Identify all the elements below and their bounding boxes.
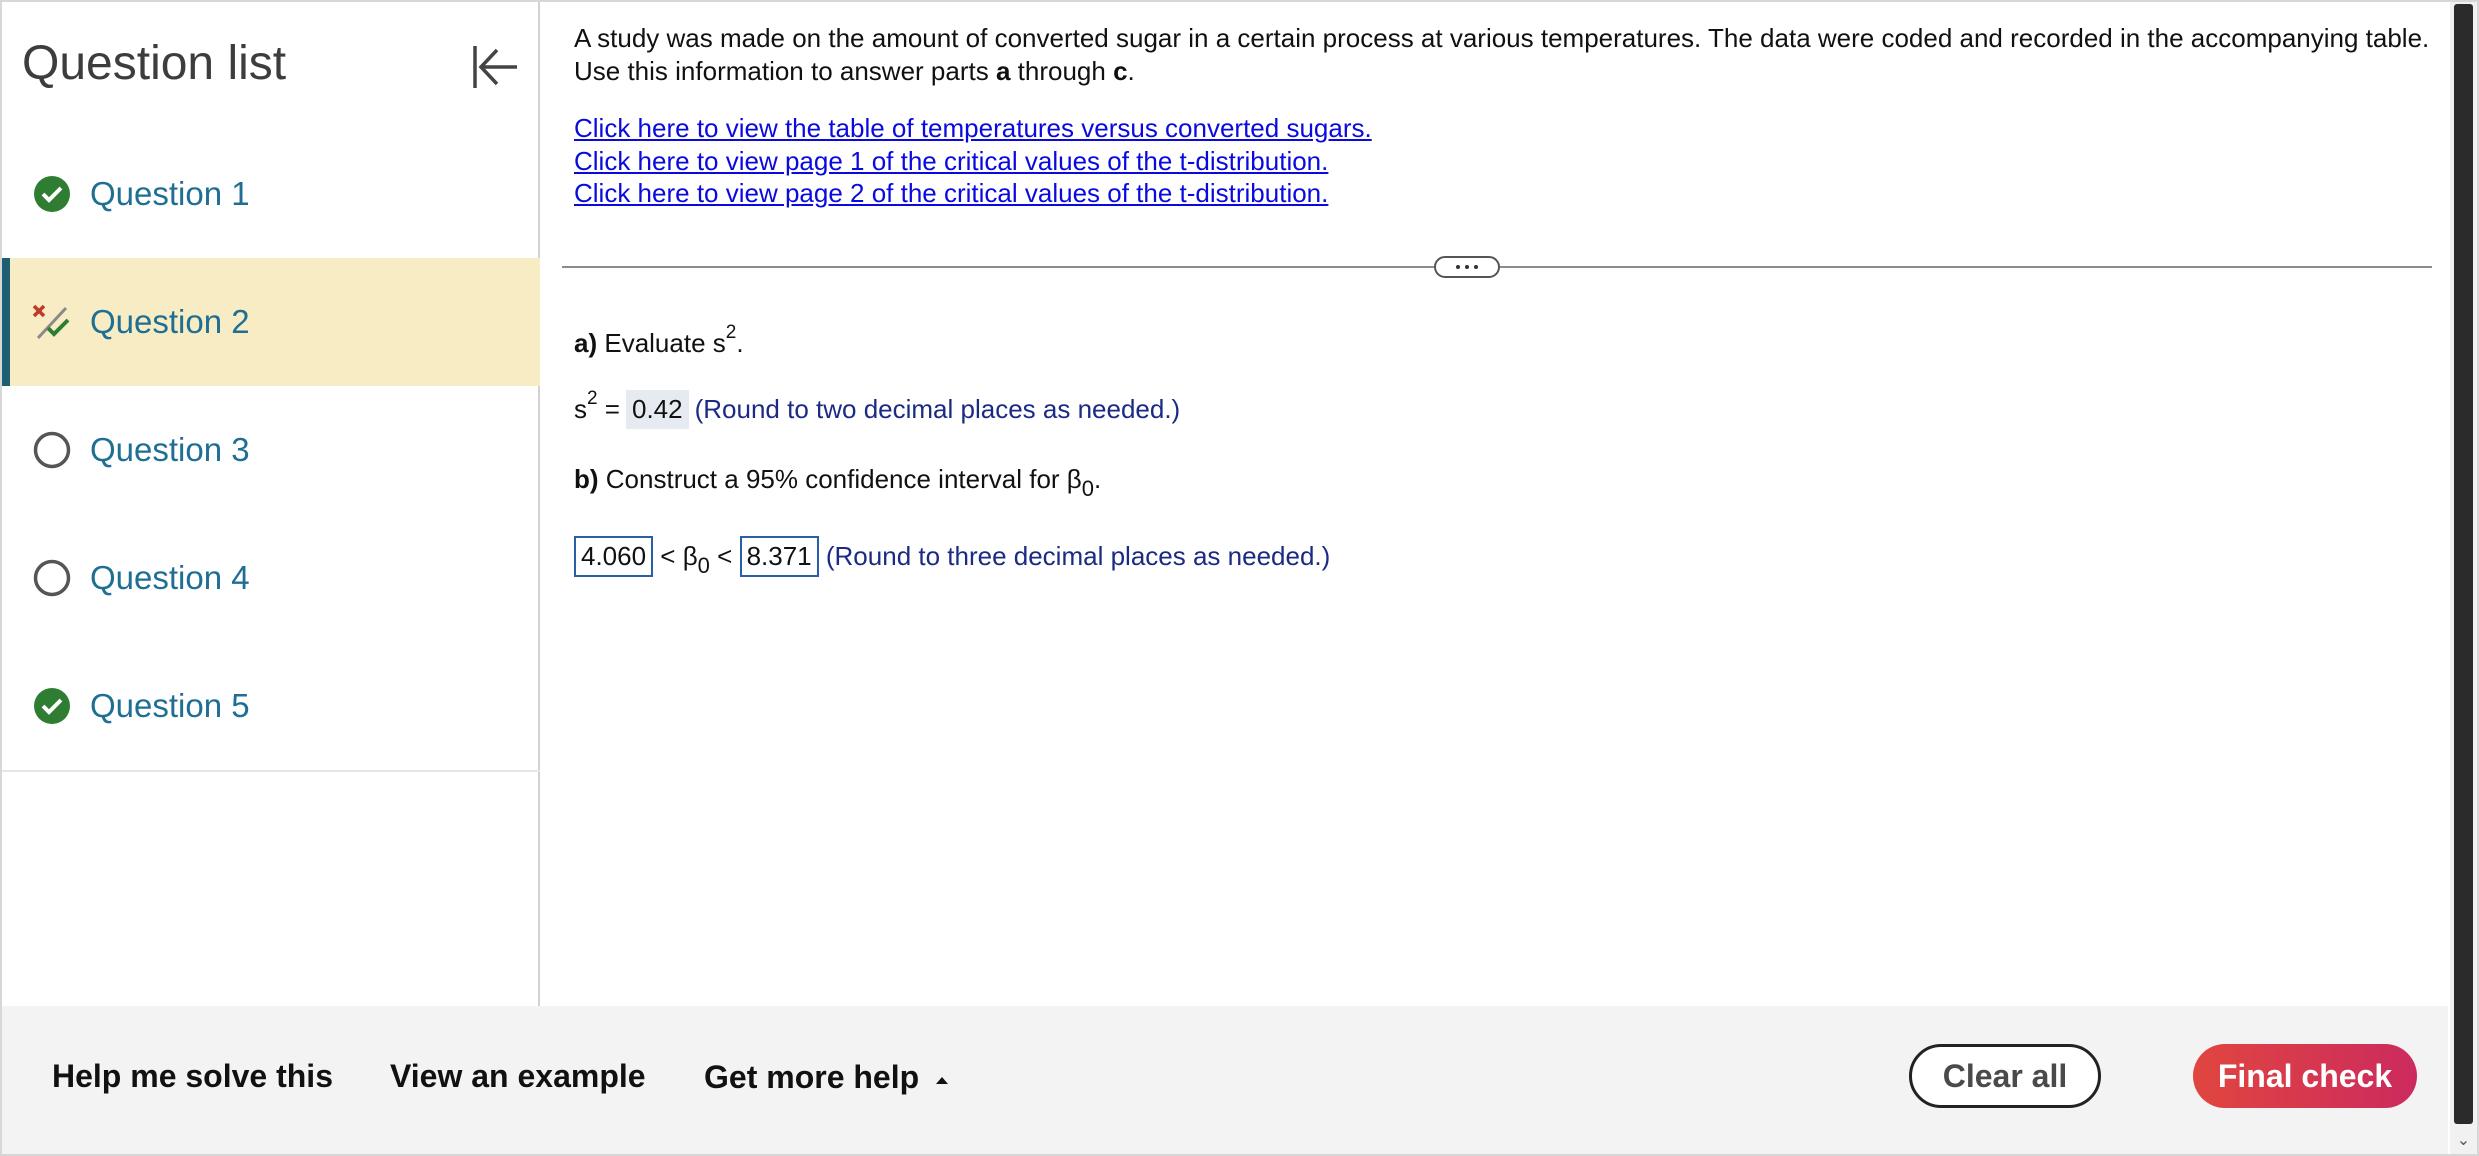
sidebar-item-label: Question 2 bbox=[90, 303, 250, 340]
part-b-label: b) bbox=[574, 464, 599, 494]
part-b-answer-row: 4.060 < β0 < 8.371 (Round to three decim… bbox=[574, 536, 1331, 578]
intro-end: . bbox=[1127, 56, 1135, 86]
part-a-prompt: a) Evaluate s2. bbox=[574, 322, 744, 359]
part-a-label: a) bbox=[574, 328, 598, 358]
intro-part-c: c bbox=[1113, 56, 1128, 86]
exponent: 2 bbox=[587, 388, 598, 409]
empty-circle-icon bbox=[33, 559, 71, 597]
link-t-table-page-1[interactable]: Click here to view page 1 of the critica… bbox=[574, 145, 1372, 178]
sidebar-item-question-5[interactable]: Question 5 bbox=[2, 642, 540, 770]
question-content: A study was made on the amount of conver… bbox=[542, 2, 2450, 1006]
help-me-solve-button[interactable]: Help me solve this bbox=[52, 1058, 333, 1095]
link-data-table[interactable]: Click here to view the table of temperat… bbox=[574, 112, 1372, 145]
answer-variable: s bbox=[574, 394, 587, 424]
scrollbar[interactable]: ⌄ bbox=[2450, 2, 2477, 1154]
get-more-help-label: Get more help bbox=[704, 1059, 920, 1095]
check-circle-icon bbox=[34, 176, 70, 212]
inequality-text: < bbox=[709, 541, 740, 571]
link-t-table-page-2[interactable]: Click here to view page 2 of the critica… bbox=[574, 177, 1372, 210]
inequality-text: < β bbox=[653, 541, 698, 571]
period: . bbox=[1094, 464, 1102, 494]
part-b-prompt: b) Construct a 95% confidence interval f… bbox=[574, 464, 1102, 501]
lower-bound-input[interactable]: 4.060 bbox=[574, 536, 654, 577]
partial-check-icon bbox=[32, 304, 70, 340]
get-more-help-button[interactable]: Get more help bbox=[704, 1059, 950, 1096]
sidebar-item-label: Question 1 bbox=[90, 175, 250, 212]
final-check-button[interactable]: Final check bbox=[2193, 1044, 2417, 1108]
empty-circle-icon bbox=[33, 431, 71, 469]
clear-all-button[interactable]: Clear all bbox=[1909, 1044, 2101, 1108]
subscript: 0 bbox=[1081, 476, 1094, 501]
rounding-hint: (Round to two decimal places as needed.) bbox=[694, 394, 1181, 424]
upper-bound-input[interactable]: 8.371 bbox=[739, 536, 819, 577]
collapse-sidebar-button[interactable] bbox=[467, 40, 521, 94]
variance-answer-field[interactable]: 0.42 bbox=[626, 390, 689, 429]
collapse-left-icon bbox=[473, 46, 517, 88]
rounding-hint: (Round to three decimal places as needed… bbox=[825, 541, 1331, 571]
scrollbar-thumb[interactable] bbox=[2454, 4, 2473, 1124]
period: . bbox=[736, 328, 744, 358]
intro-text: A study was made on the amount of conver… bbox=[574, 23, 2430, 86]
sidebar-item-question-4[interactable]: Question 4 bbox=[2, 514, 540, 642]
exponent: 2 bbox=[725, 322, 737, 343]
view-example-button[interactable]: View an example bbox=[390, 1058, 646, 1095]
sidebar-title: Question list bbox=[22, 37, 287, 90]
sidebar-header: Question list bbox=[2, 2, 540, 130]
sidebar-divider bbox=[2, 770, 540, 772]
intro-through: through bbox=[1010, 56, 1114, 86]
part-a-answer-row: s2 = 0.42 (Round to two decimal places as … bbox=[574, 388, 1181, 429]
sidebar-item-question-1[interactable]: Question 1 bbox=[2, 130, 540, 258]
question-list-sidebar: Question list Question 1 Question 2 Ques… bbox=[2, 2, 540, 1006]
sidebar-item-question-2[interactable]: Question 2 bbox=[2, 258, 540, 386]
scroll-down-icon[interactable]: ⌄ bbox=[2452, 1130, 2475, 1152]
check-circle-icon bbox=[34, 688, 70, 724]
question-intro: A study was made on the amount of conver… bbox=[574, 22, 2434, 88]
bottom-toolbar: Help me solve this View an example Get m… bbox=[2, 1006, 2448, 1154]
intro-part-a: a bbox=[995, 56, 1011, 86]
divider-resize-handle[interactable] bbox=[1434, 256, 1500, 278]
equals-sign: = bbox=[597, 394, 620, 424]
part-a-text: Evaluate s bbox=[597, 328, 726, 358]
subscript: 0 bbox=[697, 553, 710, 578]
sidebar-item-question-3[interactable]: Question 3 bbox=[2, 386, 540, 514]
caret-up-icon bbox=[936, 1076, 949, 1084]
resource-links: Click here to view the table of temperat… bbox=[574, 112, 1372, 210]
sidebar-item-label: Question 3 bbox=[90, 431, 250, 468]
part-b-text: Construct a 95% confidence interval for … bbox=[598, 464, 1082, 494]
sidebar-item-label: Question 5 bbox=[90, 687, 250, 724]
sidebar-item-label: Question 4 bbox=[90, 559, 250, 596]
